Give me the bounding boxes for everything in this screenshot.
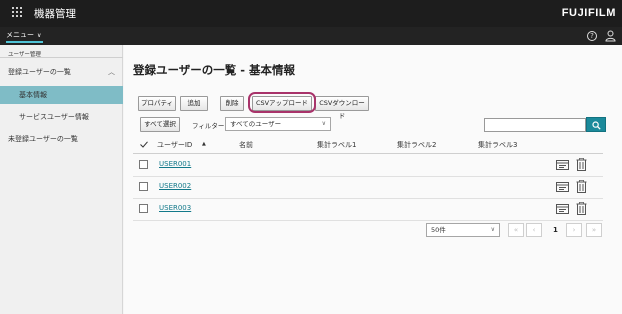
top-bar: 機器管理 FUJIFILM [0, 0, 622, 27]
trash-icon[interactable] [576, 158, 587, 171]
search-icon [592, 121, 601, 130]
filter-select[interactable]: すべてのユーザー ∨ [225, 117, 331, 131]
select-all-button[interactable]: すべて選択 [140, 117, 180, 132]
trash-icon[interactable] [576, 180, 587, 193]
brand-logo: FUJIFILM [561, 7, 616, 19]
column-header-label3[interactable]: 集計ラベル3 [478, 140, 517, 150]
sort-asc-icon: ▲ [202, 141, 206, 147]
per-page-value: 50件 [431, 226, 446, 234]
column-header-label1[interactable]: 集計ラベル1 [317, 140, 356, 150]
row-checkbox[interactable] [139, 160, 148, 169]
table-row[interactable]: USER002 [133, 177, 603, 199]
sidebar-item-basic-info[interactable]: 基本情報 [0, 86, 123, 104]
app-title: 機器管理 [34, 8, 76, 20]
row-actions [556, 158, 592, 172]
search-button[interactable] [586, 117, 606, 132]
per-page-select[interactable]: 50件 ∨ [426, 223, 500, 237]
page-title: 登録ユーザーの一覧 - 基本情報 [133, 63, 296, 77]
menu-label: メニュー [6, 31, 34, 39]
trash-icon[interactable] [576, 202, 587, 215]
row-checkbox[interactable] [139, 182, 148, 191]
column-header-name[interactable]: 名前 [239, 140, 253, 150]
user-id-link[interactable]: USER003 [159, 204, 191, 212]
table-header: ユーザーID ▲ 名前 集計ラベル1 集計ラベル2 集計ラベル3 [133, 135, 603, 154]
menu-button[interactable]: メニュー ∨ [6, 30, 44, 43]
next-page-button[interactable]: › [566, 223, 582, 237]
last-page-button[interactable]: » [586, 223, 602, 237]
row-checkbox[interactable] [139, 204, 148, 213]
card-icon[interactable] [556, 204, 569, 214]
sidebar-divider [0, 57, 123, 58]
chevron-down-icon: ∨ [490, 226, 495, 233]
menu-bar: メニュー ∨ ? [0, 27, 622, 45]
filter-select-value: すべてのユーザー [230, 120, 282, 128]
chevron-down-icon: ∨ [321, 120, 326, 127]
row-actions [556, 180, 592, 194]
user-id-link[interactable]: USER001 [159, 160, 191, 168]
prev-page-button[interactable]: ‹ [526, 223, 542, 237]
card-icon[interactable] [556, 182, 569, 192]
first-page-button[interactable]: « [508, 223, 524, 237]
chevron-up-icon: ︿ [108, 68, 115, 76]
card-icon[interactable] [556, 160, 569, 170]
add-button[interactable]: 追加 [180, 96, 208, 111]
properties-button[interactable]: プロパティ [138, 96, 176, 111]
sidebar: ユーザー管理 登録ユーザーの一覧 ︿ 基本情報 サービスユーザー情報 未登録ユー… [0, 45, 123, 314]
sidebar-item-label: 基本情報 [19, 91, 47, 99]
current-page: 1 [553, 226, 558, 234]
column-header-label2[interactable]: 集計ラベル2 [397, 140, 436, 150]
row-actions [556, 202, 592, 216]
check-all-icon[interactable] [140, 141, 148, 148]
help-icon[interactable]: ? [587, 31, 597, 41]
search-input[interactable] [484, 118, 586, 132]
main-content: 登録ユーザーの一覧 - 基本情報 プロパティ 追加 削除 CSVアップロード C… [124, 45, 622, 314]
column-header-user-id[interactable]: ユーザーID [157, 140, 192, 150]
apps-grid-icon[interactable] [12, 7, 24, 19]
sidebar-item-label: 登録ユーザーの一覧 [8, 68, 71, 76]
highlight-annotation [248, 92, 316, 113]
sidebar-item-label: 未登録ユーザーの一覧 [8, 135, 78, 143]
table-row[interactable]: USER003 [133, 199, 603, 221]
sidebar-item-service-user-info[interactable]: サービスユーザー情報 [0, 108, 123, 126]
csv-download-button[interactable]: CSVダウンロード [315, 96, 369, 120]
chevron-down-icon: ∨ [37, 32, 42, 39]
delete-button[interactable]: 削除 [220, 96, 244, 111]
table-row[interactable]: USER001 [133, 155, 603, 177]
user-id-link[interactable]: USER002 [159, 182, 191, 190]
user-icon[interactable] [605, 30, 616, 42]
sidebar-item-unregistered-users[interactable]: 未登録ユーザーの一覧 [0, 130, 123, 148]
filter-label: フィルター: [192, 122, 227, 130]
sidebar-item-label: サービスユーザー情報 [19, 113, 89, 121]
sidebar-item-registered-users[interactable]: 登録ユーザーの一覧 ︿ [0, 63, 123, 81]
